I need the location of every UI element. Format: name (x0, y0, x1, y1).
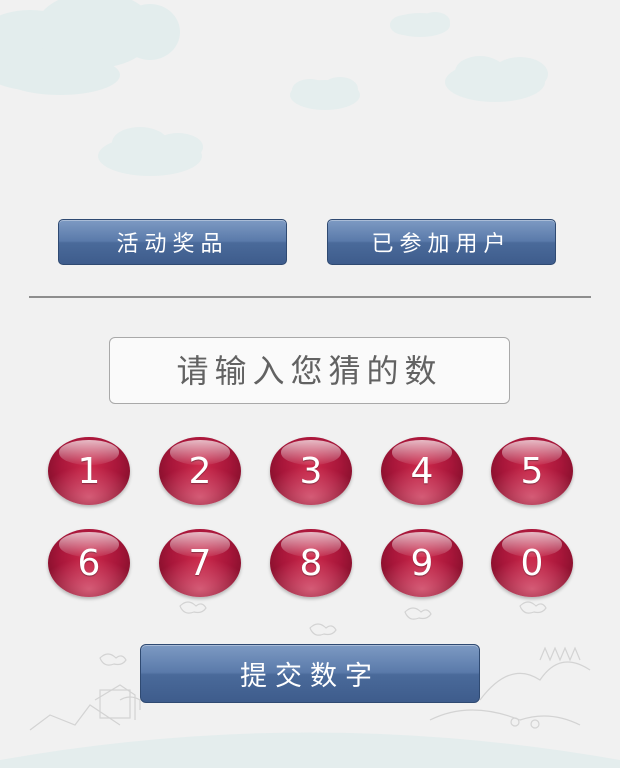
divider (29, 296, 591, 298)
digit-key-2[interactable]: 2 (159, 437, 241, 505)
digit-key-label: 2 (188, 450, 212, 492)
digit-key-label: 4 (410, 450, 434, 492)
digit-key-label: 8 (299, 542, 323, 584)
digit-key-label: 7 (188, 542, 212, 584)
digit-key-0[interactable]: 0 (491, 529, 573, 597)
cloud-decoration (0, 0, 180, 95)
digit-key-8[interactable]: 8 (270, 529, 352, 597)
digit-key-label: 0 (520, 542, 544, 584)
digit-key-label: 9 (410, 542, 434, 584)
guess-number-input[interactable] (109, 337, 510, 404)
prizes-button[interactable]: 活动奖品 (58, 219, 287, 265)
ground-decoration (0, 732, 620, 768)
digit-key-6[interactable]: 6 (48, 529, 130, 597)
digit-key-label: 5 (520, 450, 544, 492)
digit-key-1[interactable]: 1 (48, 437, 130, 505)
digit-key-label: 6 (77, 542, 101, 584)
digit-key-label: 3 (299, 450, 323, 492)
digit-key-label: 1 (77, 450, 101, 492)
digit-key-7[interactable]: 7 (159, 529, 241, 597)
participants-button[interactable]: 已参加用户 (327, 219, 556, 265)
submit-number-button[interactable]: 提交数字 (140, 644, 480, 703)
digit-key-5[interactable]: 5 (491, 437, 573, 505)
digit-key-9[interactable]: 9 (381, 529, 463, 597)
digit-key-4[interactable]: 4 (381, 437, 463, 505)
digit-key-3[interactable]: 3 (270, 437, 352, 505)
